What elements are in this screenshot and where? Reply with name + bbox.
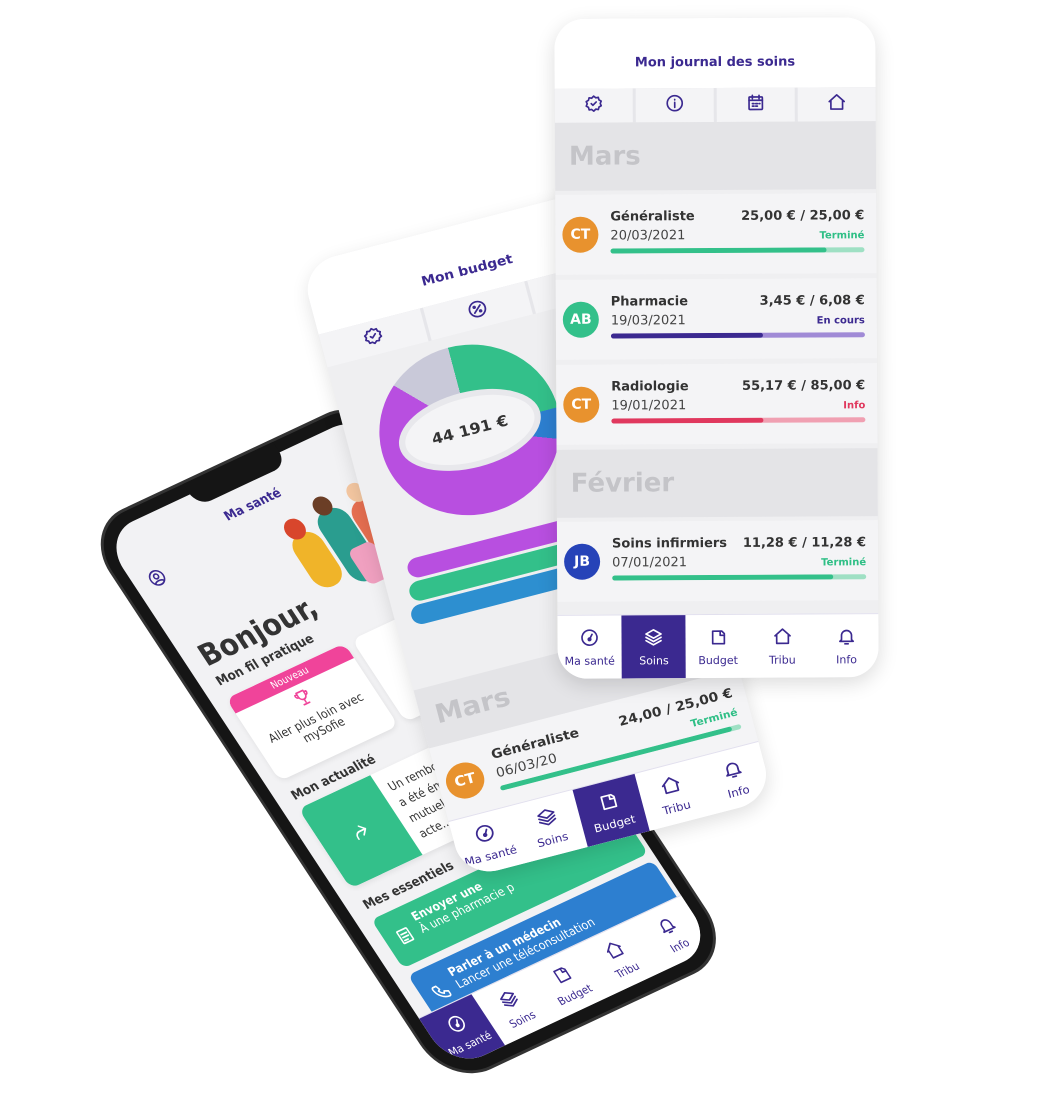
care-amount: 11,28 € / 11,28 €	[742, 535, 867, 551]
care-title: Soins infirmiers	[611, 535, 728, 552]
nav-label: Budget	[592, 811, 637, 836]
nav-info[interactable]: Info	[814, 614, 879, 677]
bottom-nav: Ma santé Soins Budget Tribu Info	[557, 613, 879, 679]
nav-label: Info	[667, 935, 692, 955]
care-amount: 25,00 € / 25,00 €	[741, 208, 865, 224]
care-date: 20/03/2021	[610, 228, 686, 244]
care-title: Pharmacie	[610, 294, 689, 310]
status-badge: Info	[843, 400, 866, 412]
care-item[interactable]: CT Radiologie 19/01/2021 55,17 € / 85,00 € I…	[556, 363, 878, 445]
journal-screen: Mon journal des soins Mars CT Généraliste 2…	[554, 17, 879, 679]
calendar-icon	[746, 93, 766, 117]
check-badge-icon	[584, 94, 604, 118]
nav-label: Soins	[535, 829, 570, 850]
avatar: JB	[564, 543, 601, 580]
nav-label: Soins	[639, 653, 669, 667]
percent-icon	[464, 297, 491, 326]
progress-fill	[611, 417, 764, 424]
wallet-icon	[708, 626, 728, 649]
status-badge: Terminé	[821, 557, 867, 569]
tab-check-badge[interactable]	[554, 88, 633, 123]
care-amount: 3,45 € / 6,08 €	[759, 293, 865, 309]
journal-header: Mon journal des soins	[554, 17, 876, 89]
screen-title: Mon journal des soins	[634, 54, 796, 71]
tab-info[interactable]	[635, 88, 714, 123]
bell-icon	[720, 756, 747, 784]
month-header: Février	[556, 448, 878, 518]
progress-bar	[611, 417, 866, 424]
gauge-icon	[443, 1011, 472, 1039]
wallet-icon	[548, 962, 577, 990]
nav-ma-sant-[interactable]: Ma santé	[557, 616, 622, 679]
nav-label: Info	[726, 782, 752, 801]
care-amount: 55,17 € / 85,00 €	[741, 378, 866, 394]
layers-icon	[644, 627, 664, 650]
wallet-icon	[596, 788, 623, 816]
progress-bar	[610, 247, 865, 254]
home-icon	[658, 772, 685, 800]
care-date: 19/01/2021	[611, 398, 687, 414]
month-header: Mars	[554, 121, 877, 191]
progress-bar	[612, 574, 867, 581]
nav-tribu[interactable]: Tribu	[750, 614, 815, 677]
home-icon	[772, 626, 792, 649]
check-badge-icon	[360, 324, 387, 353]
home-icon	[827, 92, 847, 116]
nav-label: Ma santé	[564, 654, 615, 668]
care-title: Généraliste	[610, 209, 695, 225]
document-icon	[391, 923, 421, 951]
layers-icon	[495, 986, 524, 1014]
nav-label: Ma santé	[463, 842, 519, 869]
progress-fill	[610, 332, 764, 339]
nav-info[interactable]: Info	[697, 742, 774, 815]
nav-label: Tribu	[768, 653, 796, 667]
care-item[interactable]: AB Pharmacie 19/03/2021 3,45 € / 6,08 € En c…	[555, 278, 878, 360]
bell-icon	[836, 626, 856, 649]
care-date: 19/03/2021	[610, 313, 686, 329]
nav-budget[interactable]: Budget	[686, 615, 751, 678]
avatar: AB	[562, 301, 599, 338]
profile-icon[interactable]	[143, 565, 173, 593]
gauge-icon	[472, 820, 499, 848]
tab-calendar[interactable]	[716, 87, 795, 122]
avatar: CT	[562, 216, 599, 253]
care-title: Radiologie	[611, 379, 689, 395]
progress-fill	[612, 574, 834, 581]
bell-icon	[652, 912, 681, 940]
nav-label: Tribu	[661, 797, 693, 818]
info-icon	[665, 93, 685, 117]
nav-soins[interactable]: Soins	[621, 615, 687, 679]
avatar: CT	[563, 386, 600, 423]
care-date: 07/01/2021	[612, 555, 688, 571]
progress-fill	[610, 247, 827, 254]
status-badge: En cours	[816, 315, 865, 327]
care-item[interactable]: JB Soins infirmiers 07/01/2021 11,28 € / 11…	[556, 520, 879, 602]
avatar: CT	[441, 758, 489, 803]
journal-tabs	[554, 87, 876, 123]
nav-label: Budget	[698, 653, 738, 667]
layers-icon	[534, 804, 561, 832]
tab-home[interactable]	[797, 87, 876, 122]
status-badge: Terminé	[819, 230, 865, 242]
home-icon	[600, 937, 629, 965]
care-item[interactable]: CT Généraliste 20/03/2021 25,00 € / 25,00 €…	[555, 193, 877, 275]
progress-bar	[610, 332, 865, 339]
nav-label: Info	[836, 652, 857, 666]
gauge-icon	[580, 627, 600, 650]
